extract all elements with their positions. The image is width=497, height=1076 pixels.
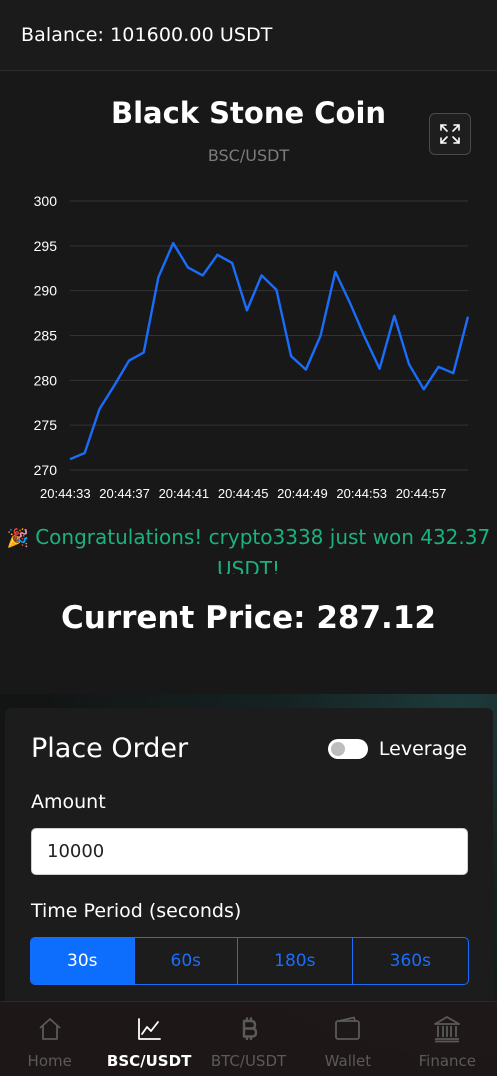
period-60s-button[interactable]: 60s <box>135 938 239 984</box>
order-card: Place Order Leverage Amount Time Period … <box>5 708 493 1008</box>
amount-input[interactable] <box>31 828 468 875</box>
bottom-nav: Home BSC/USDT BTC/USDT Wallet Finance <box>0 1001 497 1076</box>
period-360s-button[interactable]: 360s <box>353 938 468 984</box>
x-tick-label: 20:44:37 <box>99 486 150 501</box>
home-icon <box>39 1018 61 1040</box>
y-tick-label: 295 <box>34 238 58 254</box>
bitcoin-icon <box>242 1017 257 1041</box>
y-tick-label: 280 <box>34 372 58 388</box>
x-tick-label: 20:44:53 <box>336 486 387 501</box>
period-selector: 30s 60s 180s 360s <box>30 937 469 985</box>
x-tick-label: 20:44:41 <box>159 486 210 501</box>
x-tick-label: 20:44:45 <box>218 486 269 501</box>
nav-item-finance[interactable]: Finance <box>398 1002 497 1076</box>
chart-card: Black Stone Coin BSC/USDT 300 295 290 285 28… <box>0 72 497 694</box>
balance-text: Balance: 101600.00 USDT <box>21 24 273 46</box>
price-chart: 300 295 290 285 280 275 270 20:44:33 20:44:37 20:… <box>34 193 470 501</box>
wallet-icon <box>335 1016 360 1040</box>
price-series-line <box>69 241 470 461</box>
leverage-label: Leverage <box>378 738 467 760</box>
toggle-knob <box>330 742 345 756</box>
leverage-toggle[interactable] <box>327 739 368 759</box>
app-page: Balance: 101600.00 USDT Black Stone Coin… <box>0 0 497 1076</box>
order-title: Place Order <box>31 733 189 764</box>
period-180s-button[interactable]: 180s <box>238 938 353 984</box>
x-tick-label: 20:44:33 <box>40 486 91 501</box>
y-tick-label: 300 <box>34 193 58 209</box>
win-notification: 🎉 Congratulations! crypto3338 just won 43… <box>0 522 497 574</box>
y-tick-label: 290 <box>34 283 58 299</box>
x-tick-label: 20:44:49 <box>277 486 328 501</box>
leverage-control: Leverage <box>327 738 467 760</box>
fullscreen-button[interactable] <box>429 113 471 155</box>
current-price: Current Price: 287.12 <box>61 600 436 636</box>
nav-item-home[interactable]: Home <box>0 1002 99 1076</box>
coin-title: Black Stone Coin <box>110 96 387 130</box>
top-bar: Balance: 101600.00 USDT <box>0 0 497 71</box>
chart-line-icon <box>138 1018 162 1040</box>
amount-label: Amount <box>31 791 106 813</box>
nav-label-home: Home <box>27 1052 72 1070</box>
nav-label-finance: Finance <box>418 1052 477 1070</box>
bank-icon <box>434 1016 461 1043</box>
nav-item-btc-usdt[interactable]: BTC/USDT <box>199 1002 298 1076</box>
expand-icon <box>440 124 460 144</box>
y-tick-label: 285 <box>34 328 58 344</box>
x-tick-label: 20:44:57 <box>396 486 447 501</box>
period-30s-button[interactable]: 30s <box>31 938 135 984</box>
nav-item-bsc-usdt[interactable]: BSC/USDT <box>99 1002 198 1076</box>
y-tick-label: 270 <box>34 462 58 478</box>
nav-item-wallet[interactable]: Wallet <box>298 1002 397 1076</box>
party-popper-icon: 🎉 <box>6 528 30 549</box>
period-label: Time Period (seconds) <box>31 900 242 922</box>
win-notification-text: Congratulations! crypto3338 just won 432… <box>35 525 491 574</box>
nav-label-wallet: Wallet <box>324 1052 372 1070</box>
nav-label-bsc-usdt: BSC/USDT <box>106 1052 192 1070</box>
nav-label-btc-usdt: BTC/USDT <box>210 1052 287 1070</box>
y-tick-label: 275 <box>34 417 58 433</box>
pair-subtitle: BSC/USDT <box>207 146 290 165</box>
